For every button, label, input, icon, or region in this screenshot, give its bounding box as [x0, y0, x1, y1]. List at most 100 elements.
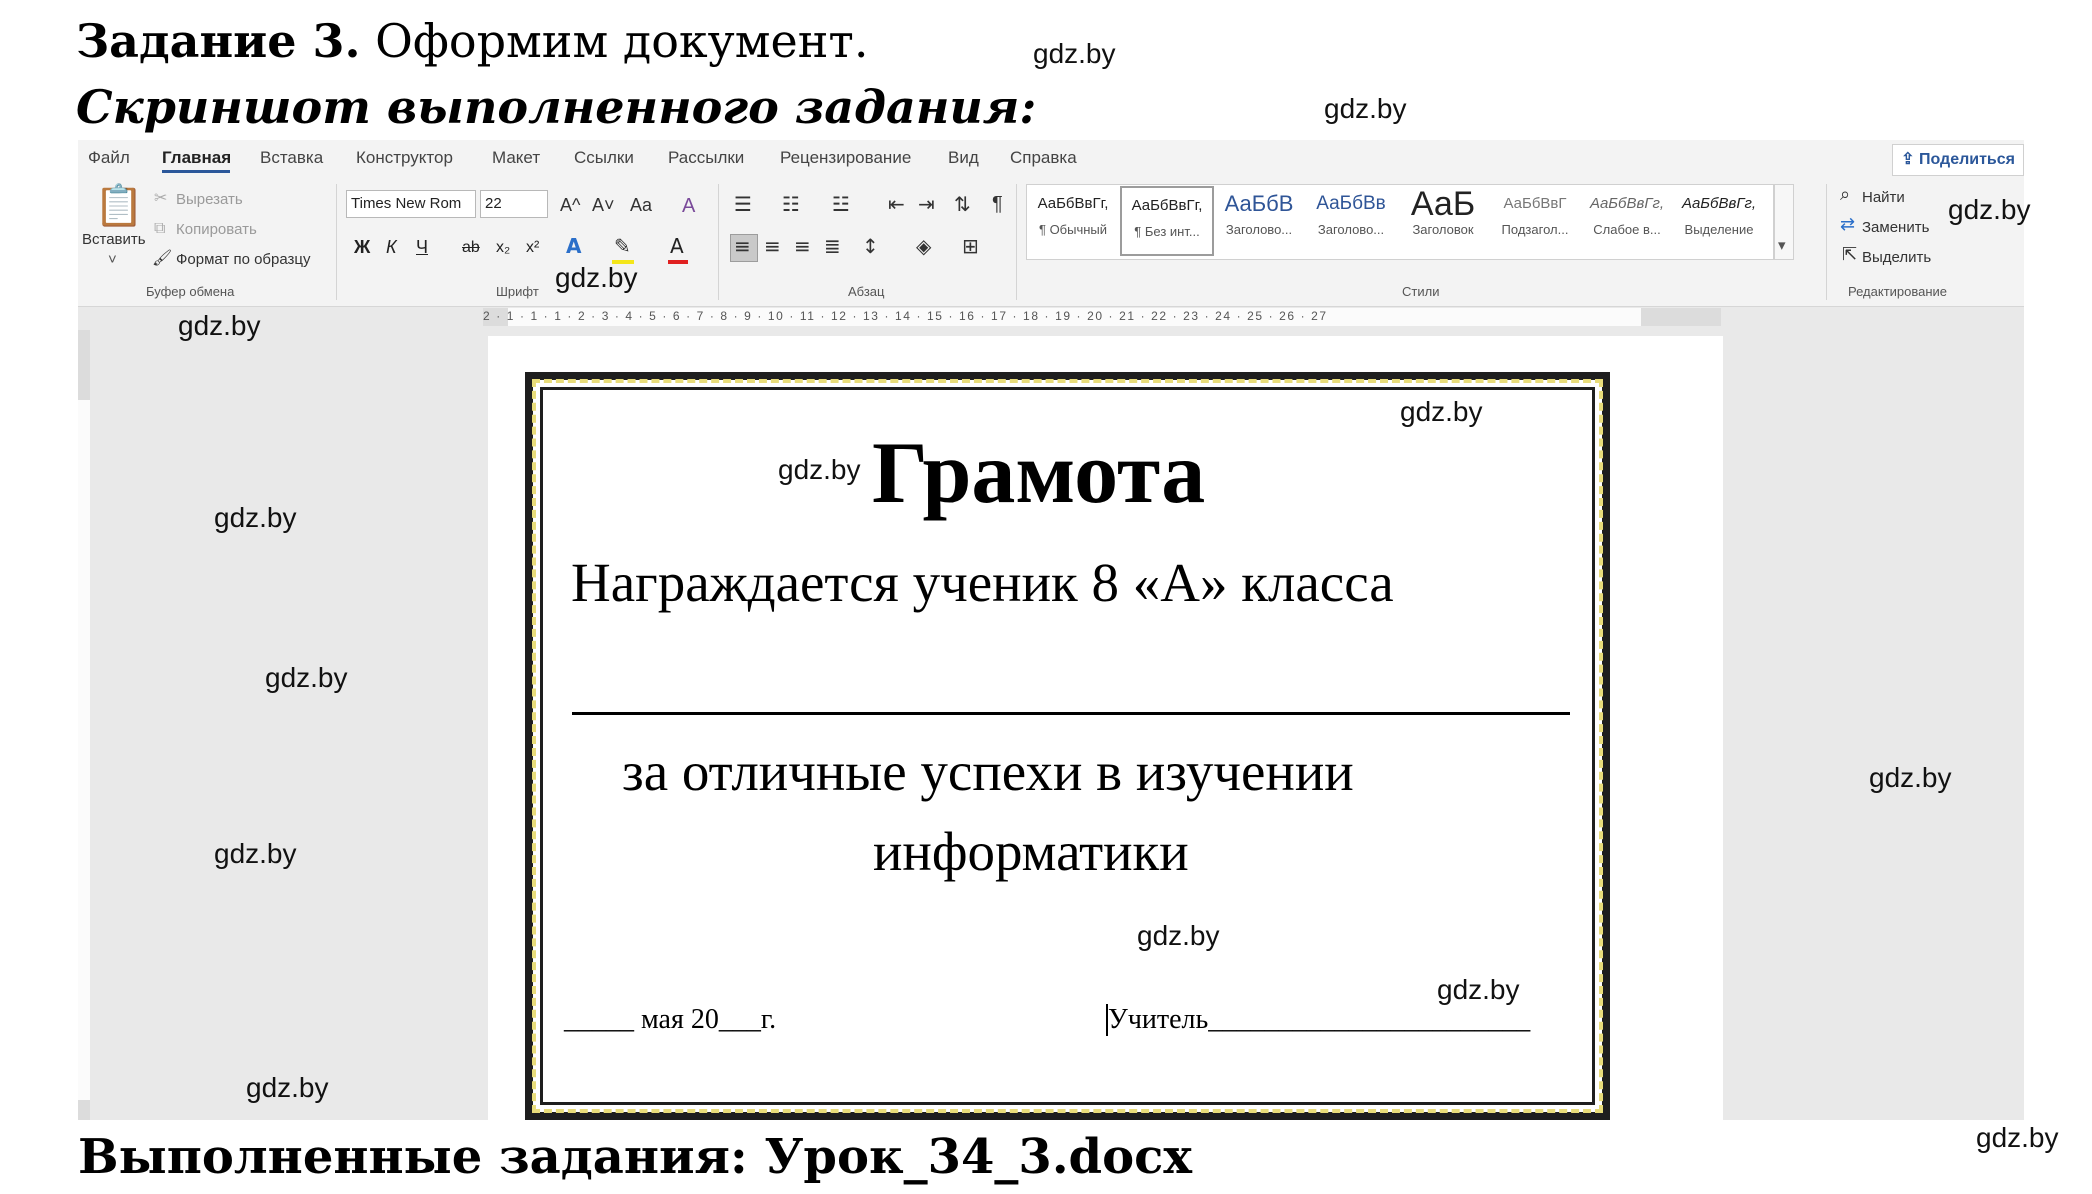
increase-indent-icon[interactable]: ⇥ [918, 194, 935, 214]
task-number: Задание 3. [76, 14, 361, 68]
strikethrough-button[interactable]: ab [462, 240, 480, 256]
replace-button[interactable]: Заменить [1862, 220, 1929, 235]
style-emphasis[interactable]: АаБбВвГг, Выделение [1674, 186, 1764, 252]
tab-review[interactable]: Рецензирование [780, 148, 911, 168]
paste-icon[interactable]: 📋 [94, 186, 144, 226]
align-center-icon[interactable]: ≡ [764, 236, 781, 256]
certificate-date[interactable]: _____ мая 20___г. [564, 1006, 776, 1034]
tab-insert[interactable]: Вставка [260, 148, 323, 168]
style-normal[interactable]: АаБбВвГг, ¶ Обычный [1028, 186, 1118, 252]
line-spacing-icon[interactable]: ↕ [862, 236, 879, 256]
style-title[interactable]: АаБ Заголовок [1398, 186, 1488, 252]
style-heading-1[interactable]: АаБбВ Заголово... [1214, 186, 1304, 252]
tab-file[interactable]: Файл [88, 148, 130, 168]
superscript-button[interactable]: x² [526, 240, 539, 256]
share-button[interactable]: ⇪ Поделиться [1892, 144, 2024, 176]
underline-button[interactable]: Ч [416, 238, 428, 256]
borders-icon[interactable]: ⊞ [962, 236, 979, 256]
style-preview: АаБбВв [1316, 193, 1386, 214]
align-right-icon[interactable]: ≡ [794, 236, 811, 256]
task-text: Оформим документ. [375, 14, 869, 68]
watermark: gdz.by [1948, 194, 2031, 225]
italic-button[interactable]: К [386, 238, 397, 256]
font-size-box[interactable]: 22 [480, 190, 548, 218]
certificate-line-subject[interactable]: информатики [873, 824, 1189, 879]
show-marks-button[interactable]: ¶ [992, 194, 1003, 214]
style-name: Выделение [1684, 222, 1754, 237]
find-button[interactable]: Найти [1862, 190, 1905, 205]
multilevel-list-icon[interactable]: ☳ [832, 194, 850, 214]
style-preview: АаБбВвГг, [1131, 197, 1203, 214]
watermark: gdz.by [1033, 38, 1116, 69]
style-name: Заголово... [1317, 222, 1385, 237]
tab-home[interactable]: Главная [162, 148, 231, 168]
paste-arrow-icon[interactable]: ˅ [108, 252, 117, 267]
style-heading-2[interactable]: АаБбВв Заголово... [1306, 186, 1396, 252]
style-no-spacing[interactable]: АаБбВвГг, ¶ Без инт... [1120, 186, 1214, 256]
highlight-icon[interactable]: ✎ [614, 236, 631, 256]
font-color-bar [668, 260, 688, 264]
shading-icon[interactable]: ◈ [916, 236, 931, 256]
certificate-teacher[interactable]: Учитель_______________________ [1108, 1006, 1530, 1034]
tab-layout[interactable]: Макет [492, 148, 540, 168]
find-icon[interactable]: ⌕ [1840, 186, 1850, 204]
font-color-icon[interactable]: A [670, 236, 684, 256]
styles-more-icon[interactable]: ▾ [1778, 238, 1786, 253]
cut-icon[interactable]: ✂ [154, 190, 167, 206]
change-case-button[interactable]: Aa [630, 196, 652, 214]
font-size-value: 22 [485, 195, 502, 212]
copy-button[interactable]: Копировать [176, 222, 257, 237]
font-name-box[interactable]: Times New Rom [346, 190, 476, 218]
style-preview: АаБбВвГг, [1037, 195, 1109, 212]
replace-icon[interactable]: ⇄ [1840, 216, 1855, 234]
share-icon: ⇪ [1901, 151, 1919, 168]
watermark: gdz.by [178, 310, 261, 341]
certificate-title[interactable]: Грамота [872, 430, 1205, 518]
tab-help[interactable]: Справка [1010, 148, 1077, 168]
watermark: gdz.by [555, 262, 638, 293]
numbering-icon[interactable]: ☷ [782, 194, 800, 214]
separator [1016, 184, 1017, 300]
bullets-icon[interactable]: ☰ [734, 194, 752, 214]
format-painter-icon[interactable]: 🖌 [152, 250, 172, 266]
shrink-font-button[interactable]: A˅ [592, 196, 615, 214]
name-blank-line [572, 712, 1570, 715]
style-name: ¶ Без инт... [1134, 224, 1200, 239]
style-subtitle[interactable]: АаБбВвГ Подзагол... [1490, 186, 1580, 252]
grow-font-button[interactable]: A^ [560, 196, 580, 214]
subscript-button[interactable]: x₂ [496, 240, 510, 256]
justify-icon[interactable]: ≣ [824, 236, 841, 256]
watermark: gdz.by [214, 838, 297, 869]
style-preview: АаБбВвГг, [1589, 195, 1665, 212]
cut-button[interactable]: Вырезать [176, 192, 243, 207]
watermark: gdz.by [1869, 762, 1952, 793]
sort-icon[interactable]: ⇅ [954, 194, 971, 214]
active-tab-indicator [162, 170, 230, 173]
editing-group-label: Редактирование [1848, 284, 1948, 299]
style-subtle-emphasis[interactable]: АаБбВвГг, Слабое в... [1582, 186, 1672, 252]
text-effects-icon[interactable]: A [566, 236, 581, 256]
bold-button[interactable]: Ж [354, 238, 370, 256]
watermark: gdz.by [265, 662, 348, 693]
style-name: Слабое в... [1593, 222, 1661, 237]
tab-references[interactable]: Ссылки [574, 148, 634, 168]
style-name: Заголовок [1412, 222, 1474, 237]
clear-format-button[interactable]: A [682, 196, 695, 216]
ribbon: Файл Главная Вставка Конструктор Макет С… [78, 140, 2024, 307]
select-button[interactable]: Выделить [1862, 250, 1931, 265]
clipboard-group-label: Буфер обмена [146, 284, 235, 299]
watermark: gdz.by [778, 454, 861, 485]
tab-mailings[interactable]: Рассылки [668, 148, 744, 168]
tab-design[interactable]: Конструктор [356, 148, 453, 168]
tab-view[interactable]: Вид [948, 148, 979, 168]
certificate-line-awarded[interactable]: Награждается ученик 8 «А» класса [571, 555, 1394, 610]
align-left-icon: ≡ [734, 234, 751, 258]
select-icon[interactable]: ⇱ [1842, 246, 1857, 264]
certificate-line-reason[interactable]: за отличные успехи в изучении [622, 744, 1354, 799]
copy-icon[interactable]: ⧉ [154, 220, 165, 236]
paste-label[interactable]: Вставить [82, 232, 146, 247]
decrease-indent-icon[interactable]: ⇤ [888, 194, 905, 214]
style-preview: АаБбВвГг, [1681, 195, 1757, 212]
task-heading: Задание 3. Оформим документ. [76, 18, 868, 64]
format-painter-button[interactable]: Формат по образцу [176, 252, 311, 267]
